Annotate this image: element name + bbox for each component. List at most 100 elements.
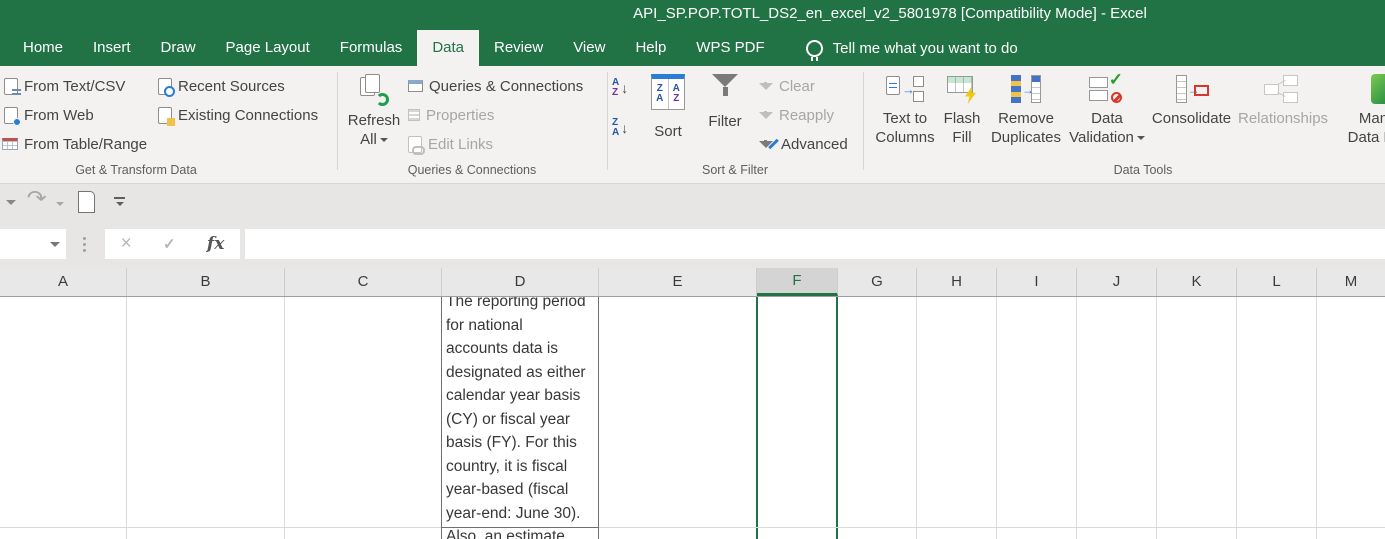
column-header-B[interactable]: B xyxy=(127,268,285,296)
formula-bar-resize-handle[interactable] xyxy=(83,237,86,240)
refresh-all-label-1: Refresh xyxy=(347,112,401,129)
name-box-dropdown-icon[interactable] xyxy=(50,242,60,247)
tab-help[interactable]: Help xyxy=(620,30,681,66)
flash-fill-button[interactable]: Flash Fill xyxy=(940,68,984,170)
relationships-label: Relationships xyxy=(1238,110,1329,127)
edit-links-button[interactable]: Edit Links xyxy=(408,133,493,155)
chevron-down-icon xyxy=(1136,136,1145,141)
edit-links-label: Edit Links xyxy=(428,135,494,153)
from-web-button[interactable]: From Web xyxy=(4,104,94,126)
redo-icon[interactable]: ↷ xyxy=(27,186,47,211)
queries-connections-label: Queries & Connections xyxy=(429,77,584,95)
data-validation-button[interactable]: ✓ Data Validation xyxy=(1068,68,1146,170)
text-csv-file-icon xyxy=(4,77,21,97)
tab-data[interactable]: Data xyxy=(417,30,479,66)
manage-data-model-button[interactable]: Manage Data Model xyxy=(1336,68,1385,170)
recent-sources-button[interactable]: Recent Sources xyxy=(158,75,285,97)
customize-quick-access-icon[interactable] xyxy=(114,197,125,206)
reapply-filter-button[interactable]: Reapply xyxy=(759,104,834,126)
formula-input[interactable] xyxy=(245,229,1385,259)
redo-dropdown-icon[interactable] xyxy=(56,202,64,206)
properties-icon xyxy=(408,109,420,121)
consolidate-label: Consolidate xyxy=(1151,110,1232,127)
refresh-all-button[interactable]: Refresh All xyxy=(346,68,402,170)
column-header-K[interactable]: K xyxy=(1157,268,1237,296)
sort-label: Sort xyxy=(654,123,682,140)
tab-page-layout[interactable]: Page Layout xyxy=(211,30,325,66)
column-header-C[interactable]: C xyxy=(285,268,442,296)
relationships-button[interactable]: Relationships xyxy=(1238,68,1329,170)
tell-me-box[interactable]: Tell me what you want to do xyxy=(805,30,1018,66)
tab-wps-pdf[interactable]: WPS PDF xyxy=(681,30,779,66)
queries-connections-icon xyxy=(408,80,423,92)
group-separator xyxy=(607,72,608,170)
tab-home[interactable]: Home xyxy=(8,30,78,66)
column-header-G[interactable]: G xyxy=(838,268,917,296)
cancel-icon[interactable]: × xyxy=(121,233,132,255)
sort-descending-icon: ZA xyxy=(612,117,620,138)
data-validation-icon: ✓ xyxy=(1089,70,1125,104)
existing-connections-button[interactable]: Existing Connections xyxy=(158,104,318,126)
cell-D-next-row-text[interactable]: Also, an estimate xyxy=(446,528,565,539)
enter-icon[interactable]: ✓ xyxy=(163,235,176,253)
filter-button[interactable]: Filter xyxy=(698,68,752,170)
tab-insert[interactable]: Insert xyxy=(78,30,146,66)
from-web-label: From Web xyxy=(24,106,94,124)
refresh-all-icon xyxy=(360,74,389,106)
column-header-H[interactable]: H xyxy=(917,268,997,296)
column-header-F-selected[interactable]: F xyxy=(757,268,838,296)
column-header-L[interactable]: L xyxy=(1237,268,1317,296)
ribbon-tab-bar: Home Insert Draw Page Layout Formulas Da… xyxy=(0,30,1385,66)
sort-ascending-icon: AZ xyxy=(612,77,620,98)
column-header-J[interactable]: J xyxy=(1077,268,1157,296)
column-header-E[interactable]: E xyxy=(599,268,757,296)
consolidate-button[interactable]: → Consolidate xyxy=(1147,68,1236,170)
selected-column-border-left xyxy=(756,297,758,539)
advanced-filter-icon xyxy=(759,137,779,151)
manage-data-model-icon xyxy=(1371,74,1385,104)
cell-border xyxy=(598,297,599,539)
worksheet-grid[interactable]: The reporting period for national accoun… xyxy=(0,293,1385,539)
from-table-range-button[interactable]: From Table/Range xyxy=(2,133,147,155)
new-file-icon[interactable] xyxy=(78,191,95,213)
recent-sources-icon xyxy=(158,77,175,97)
queries-connections-button[interactable]: Queries & Connections xyxy=(408,75,583,97)
remove-duplicates-button[interactable]: → Remove Duplicates xyxy=(986,68,1066,170)
clear-filter-button[interactable]: Clear xyxy=(759,75,815,97)
reapply-label: Reapply xyxy=(779,106,835,124)
tab-review[interactable]: Review xyxy=(479,30,558,66)
tab-view[interactable]: View xyxy=(558,30,620,66)
column-header-D[interactable]: D xyxy=(442,268,599,296)
data-validation-label-1: Data xyxy=(1091,110,1123,127)
insert-function-icon[interactable]: fx xyxy=(207,234,224,254)
table-range-icon xyxy=(2,138,18,150)
gridline xyxy=(996,297,997,539)
tab-formulas[interactable]: Formulas xyxy=(325,30,418,66)
tab-draw[interactable]: Draw xyxy=(146,30,211,66)
from-table-range-label: From Table/Range xyxy=(24,135,148,153)
formula-buttons: × ✓ fx xyxy=(105,229,240,259)
properties-button[interactable]: Properties xyxy=(408,104,494,126)
sort-button[interactable]: ZA AZ Sort xyxy=(640,68,696,170)
column-header-M[interactable]: M xyxy=(1317,268,1385,296)
clear-filter-icon xyxy=(759,81,773,90)
cell-text-line: calendar year basis xyxy=(446,387,581,404)
clear-label: Clear xyxy=(779,77,815,95)
web-file-icon xyxy=(4,106,21,126)
text-to-columns-button[interactable]: → Text to Columns xyxy=(872,68,938,170)
sort-az-ascending-button[interactable]: AZ ↓ xyxy=(612,78,628,98)
sort-za-descending-button[interactable]: ZA ↓ xyxy=(612,118,628,138)
recent-sources-label: Recent Sources xyxy=(178,77,285,95)
tell-me-label: Tell me what you want to do xyxy=(832,39,1018,57)
refresh-all-label-2: All xyxy=(360,131,377,148)
advanced-filter-button[interactable]: Advanced xyxy=(759,133,848,155)
chevron-down-icon[interactable] xyxy=(6,200,16,205)
window-title: API_SP.POP.TOTL_DS2_en_excel_v2_5801978 … xyxy=(633,5,1147,22)
filter-label: Filter xyxy=(708,113,742,130)
group-label-get-transform: Get & Transform Data xyxy=(75,163,197,177)
column-header-I[interactable]: I xyxy=(997,268,1077,296)
flash-fill-icon xyxy=(947,74,977,104)
from-text-csv-button[interactable]: From Text/CSV xyxy=(4,75,125,97)
cell-D-wrapped-text[interactable]: The reporting period for national accoun… xyxy=(446,290,598,525)
column-header-A[interactable]: A xyxy=(0,268,127,296)
